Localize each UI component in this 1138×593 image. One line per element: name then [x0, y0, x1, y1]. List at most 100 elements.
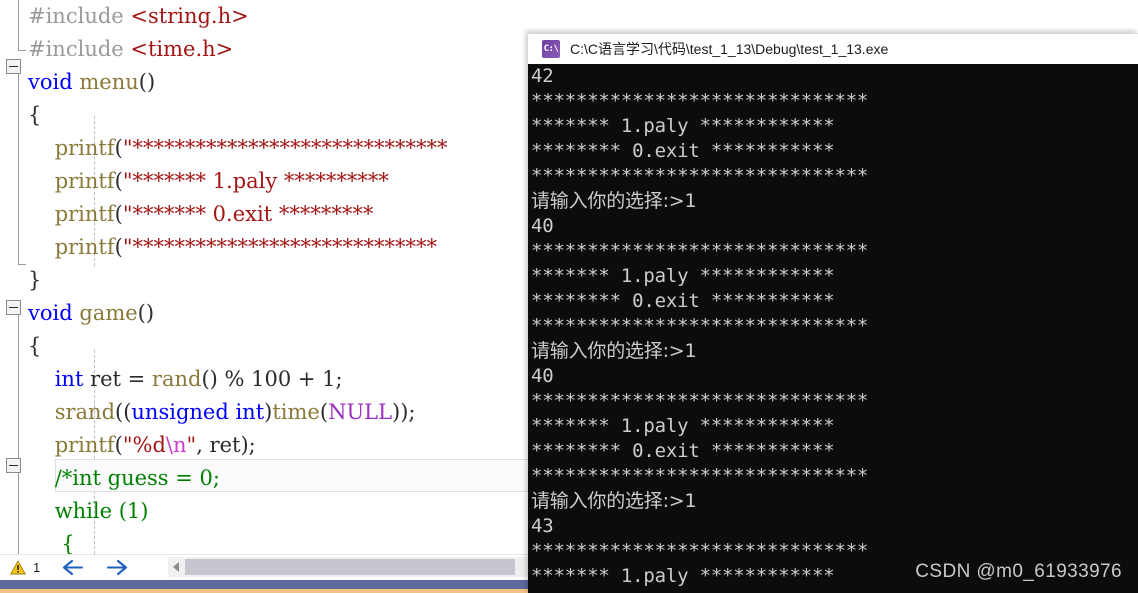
code-line[interactable]: void game() — [0, 297, 560, 330]
code-token: game — [79, 301, 138, 325]
code-line[interactable]: { — [0, 330, 560, 363]
console-title-bar[interactable]: C:\ C:\C语言学习\代码\test_1_13\Debug\test_1_1… — [528, 33, 1138, 64]
scrollbar-track[interactable] — [185, 557, 560, 577]
code-line-text: { — [28, 528, 75, 554]
console-output-line: ******** 0.exit *********** — [531, 440, 835, 462]
warning-triangle-icon — [10, 560, 26, 575]
console-output-line: 请输入你的选择:>1 — [531, 490, 697, 512]
code-line[interactable]: { — [0, 528, 560, 554]
console-output-line: ******** 0.exit *********** — [531, 140, 835, 162]
console-window[interactable]: C:\ C:\C语言学习\代码\test_1_13\Debug\test_1_1… — [528, 33, 1138, 593]
code-token: printf — [54, 433, 115, 457]
editor-horizontal-scrollbar[interactable] — [168, 557, 560, 577]
code-line[interactable]: void menu() — [0, 66, 560, 99]
code-token: unsigned int — [131, 400, 265, 424]
code-token: while (1) — [54, 499, 149, 523]
code-line[interactable]: printf("******* 1.paly ********** — [0, 165, 560, 198]
code-token: ( — [114, 169, 123, 193]
code-line[interactable]: #include <string.h> — [0, 0, 560, 33]
screen-root: #include <string.h> #include <time.h> void… — [0, 0, 1138, 593]
console-output-line: 40 — [531, 215, 554, 237]
code-token: "****************************** — [122, 136, 448, 160]
arrow-right-icon[interactable] — [106, 558, 128, 578]
code-line-text: printf("******* 0.exit ********* — [28, 198, 374, 231]
console-output-line: 43 — [531, 515, 554, 537]
code-line[interactable]: { — [0, 99, 560, 132]
console-output-line: 42 — [531, 65, 554, 87]
code-token: #include — [28, 37, 131, 61]
code-line[interactable]: /*int guess = 0; — [0, 462, 560, 495]
code-line[interactable]: printf("%d\n", ret); — [0, 429, 560, 462]
code-token: (( — [115, 400, 132, 424]
console-output-area[interactable]: 42 ****************************** ******* … — [528, 64, 1138, 593]
code-line-text: void menu() — [28, 66, 155, 99]
console-output-line: ****************************** — [531, 240, 869, 262]
code-line[interactable]: while (1) — [0, 495, 560, 528]
code-token: { — [28, 103, 42, 127]
code-line-text: printf("******* 1.paly ********** — [28, 165, 389, 198]
code-token: \n — [165, 433, 187, 457]
code-token: } — [28, 268, 42, 292]
scrollbar-thumb[interactable] — [185, 559, 515, 575]
code-token: printf — [54, 169, 115, 193]
code-token: ( — [114, 433, 123, 457]
code-text-area[interactable]: #include <string.h> #include <time.h> void… — [0, 0, 560, 554]
console-output-line: ****************************** — [531, 465, 869, 487]
console-output-line: ******** 0.exit *********** — [531, 589, 1138, 593]
code-line[interactable]: int ret = rand() % 100 + 1; — [0, 363, 560, 396]
code-line[interactable]: printf("******* 0.exit ********* — [0, 198, 560, 231]
code-token: printf — [54, 235, 115, 259]
code-line-text: } — [28, 264, 41, 297]
code-token: "***************************** — [122, 235, 438, 259]
code-token: <string.h> — [130, 4, 249, 28]
code-line-text: printf("***************************** — [28, 231, 437, 264]
code-token: /*int guess = 0; — [54, 466, 220, 490]
code-token: "******* 0.exit ********* — [122, 202, 374, 226]
code-token: time — [272, 400, 320, 424]
arrow-left-icon[interactable] — [62, 558, 84, 578]
code-token: ( — [319, 400, 329, 424]
code-line-text: srand((unsigned int)time(NULL)); — [28, 396, 416, 429]
code-token: ( — [114, 202, 123, 226]
console-output-line: ******* 1.paly ************ — [531, 115, 835, 137]
scroll-left-arrow-icon[interactable] — [168, 557, 185, 577]
code-line[interactable]: printf("***************************** — [0, 231, 560, 264]
code-token: { — [61, 532, 75, 554]
code-token: ( — [114, 136, 123, 160]
code-token: "%d — [122, 433, 166, 457]
code-line[interactable]: } — [0, 264, 560, 297]
code-token: ( — [114, 235, 123, 259]
code-token: () — [137, 301, 155, 325]
console-output-line: 请输入你的选择:>1 — [531, 190, 697, 212]
code-token: int — [54, 367, 84, 391]
console-app-icon: C:\ — [542, 40, 560, 58]
code-line-text: #include <string.h> — [28, 0, 249, 33]
code-token: rand — [151, 367, 202, 391]
console-output-line: ****************************** — [531, 390, 869, 412]
console-output-line: ****************************** — [531, 90, 869, 112]
code-token: printf — [54, 136, 115, 160]
code-line-text: /*int guess = 0; — [28, 462, 220, 495]
code-lines-container: #include <string.h> #include <time.h> void… — [0, 0, 560, 554]
code-line[interactable]: #include <time.h> — [0, 33, 560, 66]
code-line-text: void game() — [28, 297, 154, 330]
console-output-line: 40 — [531, 365, 554, 387]
code-token: , ret); — [196, 433, 256, 457]
ide-status-bar — [0, 580, 560, 589]
code-token: )); — [392, 400, 416, 424]
code-line[interactable]: printf("****************************** — [0, 132, 560, 165]
code-token: srand — [54, 400, 116, 424]
code-token: NULL — [328, 400, 393, 424]
code-editor-pane[interactable]: #include <string.h> #include <time.h> void… — [0, 0, 560, 593]
code-line[interactable]: srand((unsigned int)time(NULL)); — [0, 396, 560, 429]
